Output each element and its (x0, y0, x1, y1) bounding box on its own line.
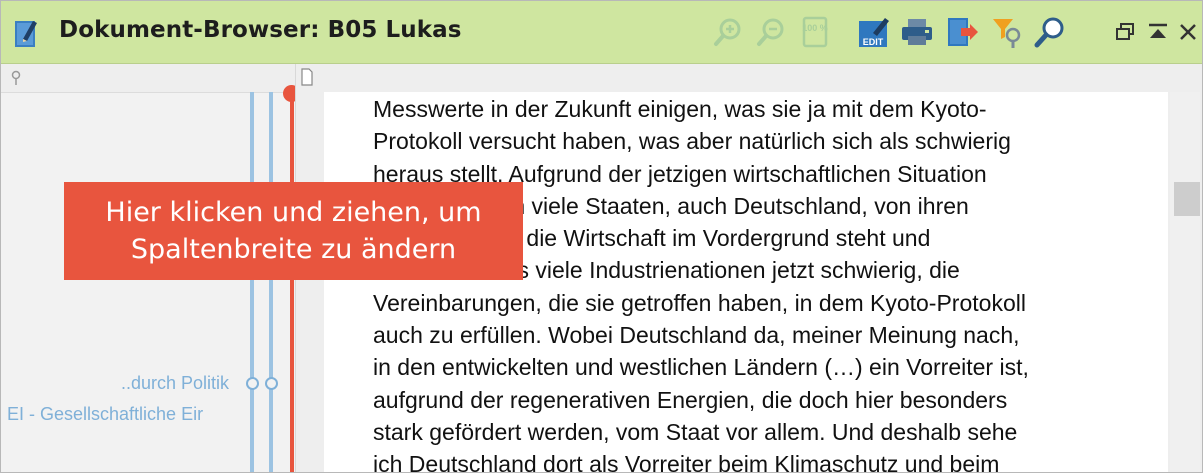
text-line: in den entwickelten und westlichen Lände… (373, 354, 1029, 381)
title-bar: Dokument-Browser: B05 Lukas 100 % EDIT (1, 1, 1202, 64)
page-icon (301, 68, 313, 86)
filter-button[interactable] (991, 15, 1025, 49)
print-button[interactable] (900, 15, 934, 49)
column-splitter[interactable] (290, 89, 294, 472)
text-line: Vereinbarungen, die sie getroffen haben,… (373, 289, 1026, 316)
document-browser-window: Dokument-Browser: B05 Lukas 100 % EDIT .… (0, 0, 1203, 473)
export-button[interactable] (945, 15, 979, 49)
edit-icon: EDIT (859, 18, 889, 47)
search-button[interactable] (1033, 15, 1067, 49)
zoom-100-label: 100 % (802, 23, 828, 33)
splitter-hint-tooltip: Hier klicken und ziehen, um Spaltenbreit… (64, 182, 523, 280)
text-line: aufgrund der regenerativen Energien, die… (373, 386, 1008, 413)
restore-button[interactable] (1108, 15, 1142, 49)
collapse-button[interactable] (1141, 15, 1175, 49)
document-text[interactable]: Messwerte in der Zukunft einigen, was si… (373, 93, 1163, 473)
code-stripe-1[interactable] (250, 92, 254, 472)
scrollbar-thumb[interactable] (1174, 182, 1200, 216)
text-line: ich Deutschland dort als Vorreiter beim … (373, 451, 1000, 473)
text-line: auch zu erfüllen. Wobei Deutschland da, … (373, 322, 1020, 349)
zoom-in-button[interactable] (711, 15, 745, 49)
document-icon (13, 17, 39, 54)
export-icon (948, 18, 978, 46)
tooltip-line-2: Spaltenbreite zu ändern (130, 234, 457, 265)
window-title: Dokument-Browser: B05 Lukas (59, 17, 462, 43)
code-panel-header (1, 64, 295, 93)
edit-button[interactable]: EDIT (857, 15, 891, 49)
pin-icon[interactable] (9, 69, 23, 87)
zoom-100-button[interactable]: 100 % (799, 15, 833, 49)
zoom-out-button[interactable] (754, 15, 788, 49)
code-label[interactable]: EI - Gesellschaftliche Eir (7, 404, 203, 425)
restore-icon (1116, 23, 1134, 40)
zoom-out-icon (757, 18, 784, 46)
text-line: Messwerte in der Zukunft einigen, was si… (373, 96, 987, 122)
search-icon (1034, 17, 1064, 48)
close-button[interactable] (1171, 15, 1202, 49)
collapse-icon (1149, 23, 1167, 38)
close-icon (1180, 24, 1196, 40)
code-segment-marker[interactable] (265, 377, 278, 390)
zoom-100-icon: 100 % (802, 16, 828, 48)
code-segment-marker[interactable] (246, 377, 259, 390)
text-line: Protokoll versucht haben, was aber natür… (373, 128, 1011, 155)
filter-icon (993, 19, 1021, 48)
text-line: stark gefördert werden, vom Staat vor al… (373, 418, 1018, 445)
zoom-in-icon (714, 18, 741, 46)
tooltip-line-1: Hier klicken und ziehen, um (105, 197, 482, 228)
print-icon (902, 19, 932, 45)
edit-label: EDIT (863, 37, 884, 47)
code-stripe-2[interactable] (269, 92, 273, 472)
document-page[interactable]: Messwerte in der Zukunft einigen, was si… (324, 92, 1168, 473)
vertical-scrollbar[interactable] (1170, 92, 1200, 472)
code-label[interactable]: ..durch Politik (121, 373, 229, 394)
